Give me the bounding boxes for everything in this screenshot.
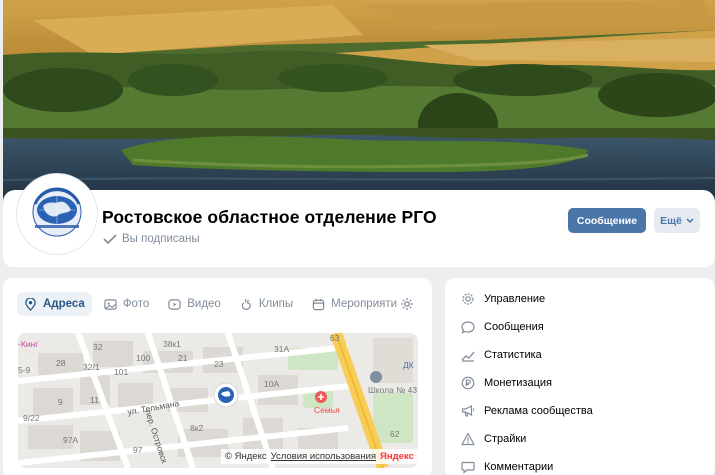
message-button[interactable]: Сообщение [568,208,646,233]
map-label: 63 [330,333,340,343]
warning-icon [461,432,475,446]
school-marker-icon [370,371,382,383]
address-map[interactable]: -Кинг 32 38к1 31А 63 ДК 28 32/1 100 21 2… [18,333,418,468]
chat-bubble-icon [461,321,475,334]
map-terms-link[interactable]: Условия использования [271,451,376,462]
gear-icon [462,293,474,305]
tab-addresses-label: Адреса [43,298,85,310]
tab-addresses[interactable]: Адреса [17,292,92,316]
menu-item-manage[interactable]: Управление [461,288,545,310]
map-label: 97А [63,435,78,445]
calendar-icon [312,298,325,310]
megaphone-icon [461,405,475,417]
map-label: 38к1 [163,339,181,349]
map-label: 11 [90,395,99,405]
tab-clips[interactable]: Клипы [233,292,300,316]
group-name: Ростовское областное отделение РГО [102,207,437,227]
menu-item-ads[interactable]: Реклама сообщества [461,400,593,422]
map-brand[interactable]: Яндекс [380,451,414,462]
map-copyright: © Яндекс [225,451,267,462]
map-label: 23 [214,359,224,369]
map-label: 32/1 [83,362,100,372]
map-label: 100 [136,353,150,363]
subscription-status[interactable]: Вы подписаны [103,233,200,245]
map-label: 97 [133,445,143,455]
ruble-coin-icon [461,376,475,390]
map-label: 9/22 [23,413,40,423]
menu-item-messages[interactable]: Сообщения [461,316,544,338]
map-label: ДК [403,360,414,370]
menu-item-stats-label: Статистика [484,349,542,361]
tab-video-label: Видео [187,298,221,310]
menu-item-monetization-label: Монетизация [484,377,552,389]
content-tabs: Адреса Фото Видео Клипы Мероприяти [17,291,409,317]
map-label: -Кинг [18,339,38,349]
map-label: 10А [264,379,279,389]
cover-image [3,0,715,205]
menu-item-stats[interactable]: Статистика [461,344,542,366]
map-label: 32 [93,342,103,352]
chevron-down-icon [686,217,694,223]
more-button[interactable]: Ещё [654,208,700,233]
map-label: 5-9 [18,365,31,375]
map-label: 28 [56,358,66,368]
map-label: 62 [390,429,400,439]
video-icon [168,298,181,310]
clips-icon [241,298,251,310]
photo-icon [104,298,117,310]
map-label: 101 [114,367,128,377]
map-attribution: © Яндекс Условия использования Яндекс [221,449,418,464]
more-button-label: Ещё [660,214,682,227]
map-label: Семья [314,405,340,415]
menu-item-strikes-label: Страйки [484,433,527,445]
tab-clips-label: Клипы [258,298,294,310]
map-label: 31А [274,344,289,354]
subscription-status-label: Вы подписаны [122,233,200,245]
comment-icon [461,461,475,474]
stats-icon [461,351,475,362]
tab-events-label: Мероприяти [331,298,398,310]
menu-item-manage-label: Управление [484,293,546,305]
menu-item-ads-label: Реклама сообщества [484,405,593,417]
menu-item-comments[interactable]: Комментарии [461,456,553,475]
group-avatar[interactable] [17,174,97,254]
menu-item-comments-label: Комментарии [484,461,554,473]
map-label: 21 [178,353,188,363]
location-pin-icon [25,297,36,311]
tab-photo[interactable]: Фото [97,292,156,316]
admin-menu: Управление Сообщения Статистика Монетиза… [445,278,715,475]
tab-photo-label: Фото [122,298,150,310]
check-icon [103,234,117,244]
menu-item-strikes[interactable]: Страйки [461,428,526,450]
menu-item-messages-label: Сообщения [484,321,544,333]
map-label: 8к2 [190,423,203,433]
tabs-settings-icon[interactable] [400,297,414,311]
tab-events[interactable]: Мероприяти [305,292,404,316]
rgo-logo-icon [21,178,93,250]
group-header: Ростовское областное отделение РГО Вы по… [3,174,715,267]
map-label: Школа № 43 [368,385,417,395]
menu-item-monetization[interactable]: Монетизация [461,372,552,394]
content-card: Адреса Фото Видео Клипы Мероприяти -Кинг… [3,278,432,475]
map-label: 9 [58,397,63,407]
group-location-marker[interactable] [213,382,239,408]
tab-video[interactable]: Видео [161,292,228,316]
